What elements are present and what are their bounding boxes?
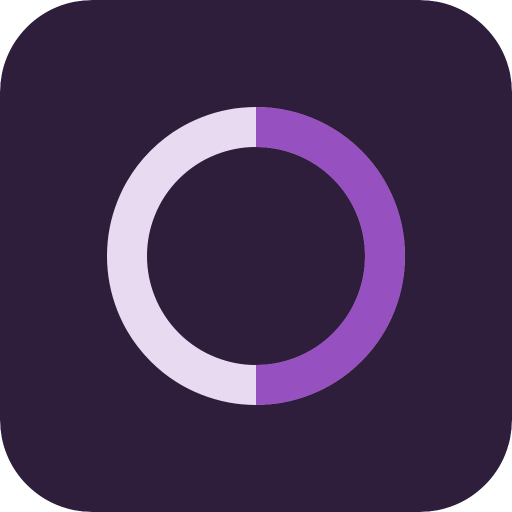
app-icon[interactable]	[0, 0, 512, 512]
half-filled-ring-icon	[0, 0, 512, 512]
icon-background	[0, 0, 512, 512]
